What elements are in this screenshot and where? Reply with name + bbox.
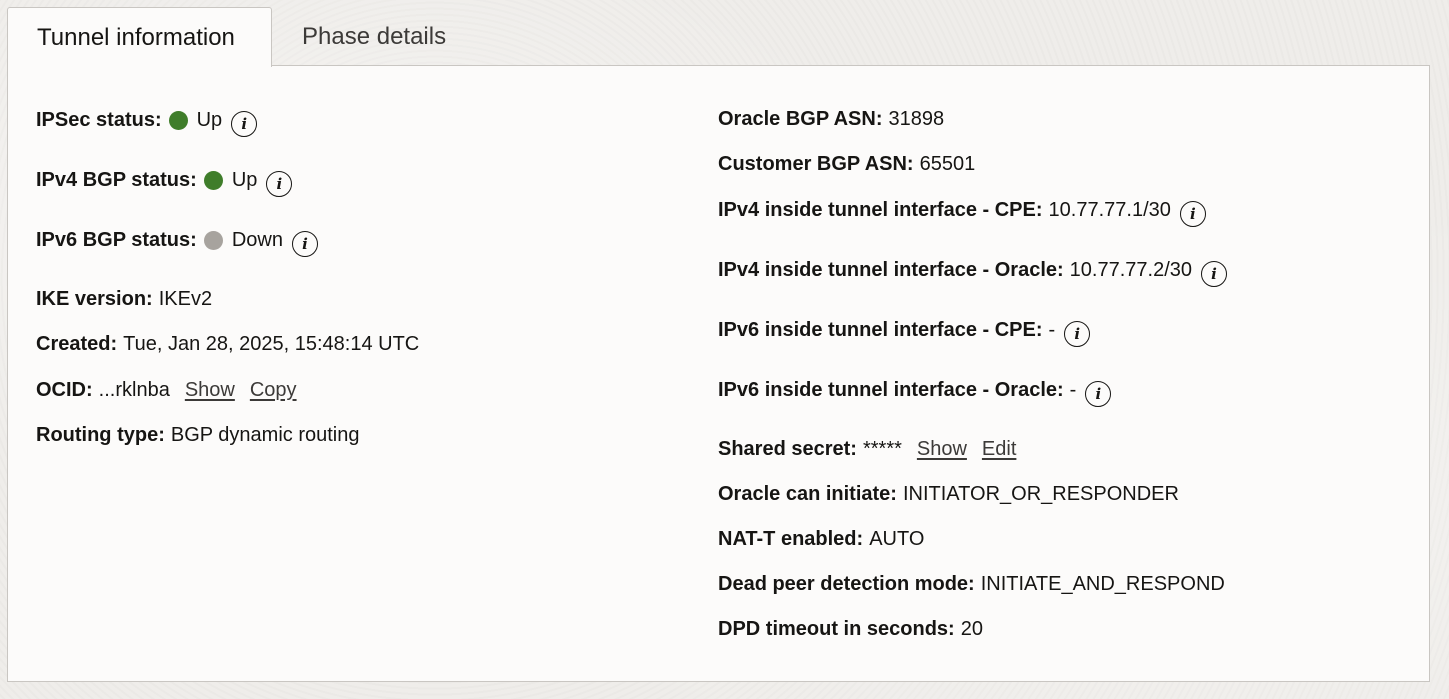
tab-label: Phase details <box>302 22 447 50</box>
created-field: Created: Tue, Jan 28, 2025, 15:48:14 UTC <box>36 332 419 356</box>
field-label: Created: <box>36 333 118 355</box>
field-value: 10.77.77.1/30 <box>1048 199 1171 221</box>
field-label: Routing type: <box>36 424 165 446</box>
field-value: INITIATE_AND_RESPOND <box>980 573 1225 595</box>
info-icon[interactable]: i <box>231 111 258 137</box>
field-value: Up <box>231 169 258 191</box>
oracle-bgp-asn-field: Oracle BGP ASN: 31898 <box>718 107 944 131</box>
shared-secret-show-link[interactable]: Show <box>917 437 967 461</box>
field-label: Shared secret: <box>718 438 857 460</box>
ipv6-bgp-status-field: IPv6 BGP status: Down i <box>36 227 318 257</box>
field-value: Up <box>196 109 223 131</box>
field-label: Dead peer detection mode: <box>718 573 975 595</box>
info-icon[interactable]: i <box>1179 201 1206 227</box>
ipv4-inside-tunnel-cpe-field: IPv4 inside tunnel interface - CPE: 10.7… <box>718 197 1206 227</box>
oracle-can-initiate-field: Oracle can initiate: INITIATOR_OR_RESPON… <box>718 482 1179 506</box>
ocid-copy-link[interactable]: Copy <box>250 378 297 402</box>
ipv4-bgp-status-field: IPv4 BGP status: Up i <box>36 167 293 197</box>
field-label: IPv4 inside tunnel interface - Oracle: <box>718 259 1064 281</box>
info-icon[interactable]: i <box>266 171 293 197</box>
field-label: IPv4 BGP status: <box>36 169 197 191</box>
field-value: BGP dynamic routing <box>170 424 360 446</box>
field-label: IPv6 inside tunnel interface - CPE: <box>718 319 1043 341</box>
field-label: OCID: <box>36 379 93 401</box>
field-label: IPv6 BGP status: <box>36 229 197 251</box>
tunnel-information-panel: IPSec status: Up i IPv4 BGP status: Up i… <box>7 65 1430 682</box>
status-up-indicator <box>168 110 188 130</box>
ipv4-inside-tunnel-oracle-field: IPv4 inside tunnel interface - Oracle: 1… <box>718 257 1228 287</box>
ipv6-inside-tunnel-cpe-field: IPv6 inside tunnel interface - CPE: - i <box>718 317 1091 347</box>
shared-secret-edit-link[interactable]: Edit <box>982 437 1016 461</box>
field-label: IKE version: <box>36 288 153 310</box>
field-label: NAT-T enabled: <box>718 528 864 550</box>
info-icon[interactable]: i <box>1201 261 1228 287</box>
field-value: Tue, Jan 28, 2025, 15:48:14 UTC <box>123 333 420 355</box>
dead-peer-detection-mode-field: Dead peer detection mode: INITIATE_AND_R… <box>718 572 1225 596</box>
field-value: 31898 <box>888 108 945 130</box>
field-value: - <box>1069 379 1077 401</box>
routing-type-field: Routing type: BGP dynamic routing <box>36 423 360 447</box>
status-down-indicator <box>203 230 223 250</box>
dpd-timeout-field: DPD timeout in seconds: 20 <box>718 617 983 641</box>
field-label: IPSec status: <box>36 109 162 131</box>
field-value: IKEv2 <box>158 288 213 310</box>
field-label: Oracle BGP ASN: <box>718 108 883 130</box>
field-label: DPD timeout in seconds: <box>718 618 955 640</box>
info-icon[interactable]: i <box>291 231 318 257</box>
info-icon[interactable]: i <box>1064 321 1091 347</box>
field-label: Customer BGP ASN: <box>718 153 914 175</box>
field-label: IPv6 inside tunnel interface - Oracle: <box>718 379 1064 401</box>
field-value: AUTO <box>869 528 925 550</box>
field-value: INITIATOR_OR_RESPONDER <box>902 483 1179 505</box>
tab-label: Tunnel information <box>37 23 235 51</box>
status-up-indicator <box>203 170 223 190</box>
field-value: ***** <box>862 438 902 460</box>
customer-bgp-asn-field: Customer BGP ASN: 65501 <box>718 152 975 176</box>
shared-secret-field: Shared secret: ***** Show Edit <box>718 437 1016 461</box>
ocid-show-link[interactable]: Show <box>185 378 235 402</box>
nat-t-enabled-field: NAT-T enabled: AUTO <box>718 527 924 551</box>
field-value: - <box>1048 319 1056 341</box>
info-icon[interactable]: i <box>1085 381 1112 407</box>
tab-tunnel-information[interactable]: Tunnel information <box>7 7 272 67</box>
field-value: 20 <box>960 618 983 640</box>
ocid-field: OCID: ...rklnba Show Copy <box>36 378 297 402</box>
field-label: IPv4 inside tunnel interface - CPE: <box>718 199 1043 221</box>
ipv6-inside-tunnel-oracle-field: IPv6 inside tunnel interface - Oracle: -… <box>718 377 1112 407</box>
ike-version-field: IKE version: IKEv2 <box>36 287 212 311</box>
field-value: ...rklnba <box>98 379 170 401</box>
field-value: Down <box>231 229 283 251</box>
tab-bar: Tunnel information Phase details <box>7 7 476 67</box>
field-label: Oracle can initiate: <box>718 483 897 505</box>
field-value: 10.77.77.2/30 <box>1069 259 1193 281</box>
ipsec-status-field: IPSec status: Up i <box>36 107 258 137</box>
field-value: 65501 <box>919 153 976 175</box>
tab-phase-details[interactable]: Phase details <box>272 7 476 66</box>
